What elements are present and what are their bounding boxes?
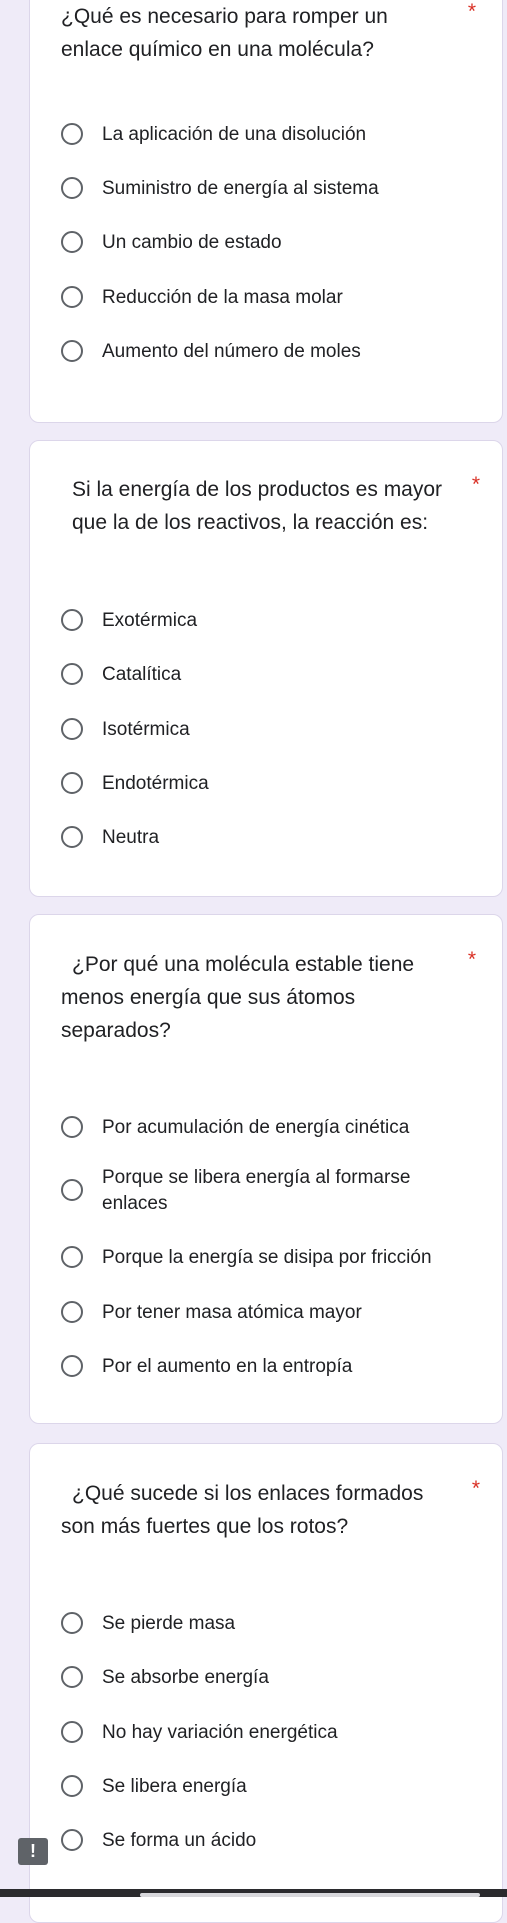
question-card-2: Si la energía de los productos es mayor … bbox=[29, 440, 503, 897]
report-problem-button[interactable]: ! bbox=[18, 1838, 48, 1865]
radio-option[interactable]: Catalítica bbox=[61, 662, 452, 688]
radio-circle-icon[interactable] bbox=[61, 826, 83, 848]
option-label: Por el aumento en la entropía bbox=[102, 1356, 353, 1377]
radio-option[interactable]: Se libera energía bbox=[61, 1774, 452, 1800]
option-label: Reducción de la masa molar bbox=[102, 287, 343, 308]
radio-option[interactable]: No hay variación energética bbox=[61, 1720, 452, 1746]
radio-option[interactable]: Suministro de energía al sistema bbox=[61, 176, 452, 202]
required-star: * bbox=[471, 473, 480, 496]
option-label: Suministro de energía al sistema bbox=[102, 178, 379, 199]
radio-option[interactable]: Un cambio de estado bbox=[61, 230, 452, 256]
question-card-1: ¿Qué es necesario para romper un enlace … bbox=[29, 0, 503, 423]
radio-option[interactable]: Isotérmica bbox=[61, 717, 452, 743]
option-label: No hay variación energética bbox=[102, 1722, 338, 1743]
radio-circle-icon[interactable] bbox=[61, 1721, 83, 1743]
option-label: Catalítica bbox=[102, 664, 182, 685]
radio-circle-icon[interactable] bbox=[61, 123, 83, 145]
radio-option[interactable]: Exotérmica bbox=[61, 608, 452, 634]
radio-option[interactable]: Endotérmica bbox=[61, 771, 452, 797]
required-star: * bbox=[467, 0, 476, 23]
option-label: La aplicación de una disolución bbox=[102, 124, 367, 145]
option-label: Se absorbe energía bbox=[102, 1667, 269, 1688]
option-label: Neutra bbox=[102, 827, 160, 848]
radio-circle-icon[interactable] bbox=[61, 1116, 83, 1138]
radio-circle-icon[interactable] bbox=[61, 231, 83, 253]
radio-circle-icon[interactable] bbox=[61, 609, 83, 631]
option-label: Endotérmica bbox=[102, 773, 209, 794]
question-title: ¿Qué sucede si los enlaces formados son … bbox=[61, 1482, 424, 1538]
required-star: * bbox=[471, 1477, 480, 1500]
option-label: Se libera energía bbox=[102, 1776, 247, 1797]
option-label: Isotérmica bbox=[102, 719, 190, 740]
question-title: Si la energía de los productos es mayor … bbox=[72, 478, 443, 534]
radio-circle-icon[interactable] bbox=[61, 663, 83, 685]
radio-option[interactable]: Neutra bbox=[61, 825, 452, 851]
option-label: Porque la energía se disipa por fricción bbox=[102, 1247, 432, 1268]
question-card-3: ¿Por qué una molécula estable tiene meno… bbox=[29, 914, 503, 1424]
radio-circle-icon[interactable] bbox=[61, 1666, 83, 1688]
radio-option[interactable]: Por el aumento en la entropía bbox=[61, 1354, 452, 1380]
radio-option[interactable]: Se pierde masa bbox=[61, 1611, 452, 1637]
radio-option[interactable]: Reducción de la masa molar bbox=[61, 285, 452, 311]
radio-circle-icon[interactable] bbox=[61, 1301, 83, 1323]
radio-circle-icon[interactable] bbox=[61, 1355, 83, 1377]
option-label: Exotérmica bbox=[102, 610, 198, 631]
radio-option[interactable]: Porque se libera energía al formarse enl… bbox=[61, 1165, 412, 1217]
question-card-4: ¿Qué sucede si los enlaces formados son … bbox=[29, 1443, 503, 1923]
radio-option[interactable]: La aplicación de una disolución bbox=[61, 122, 452, 148]
option-label: Se pierde masa bbox=[102, 1613, 236, 1634]
radio-option[interactable]: Porque la energía se disipa por fricción bbox=[61, 1245, 482, 1271]
radio-circle-icon[interactable] bbox=[61, 340, 83, 362]
radio-circle-icon[interactable] bbox=[61, 1246, 83, 1268]
radio-circle-icon[interactable] bbox=[61, 177, 83, 199]
radio-circle-icon[interactable] bbox=[61, 1179, 83, 1201]
option-label: Aumento del número de moles bbox=[102, 341, 361, 362]
radio-option[interactable]: Por tener masa atómica mayor bbox=[61, 1300, 452, 1326]
option-label: Por acumulación de energía cinética bbox=[102, 1117, 410, 1138]
radio-circle-icon[interactable] bbox=[61, 772, 83, 794]
option-label: Se forma un ácido bbox=[102, 1830, 257, 1851]
radio-circle-icon[interactable] bbox=[61, 1612, 83, 1634]
radio-option[interactable]: Se absorbe energía bbox=[61, 1665, 452, 1691]
radio-circle-icon[interactable] bbox=[61, 286, 83, 308]
question-title: ¿Por qué una molécula estable tiene meno… bbox=[61, 953, 415, 1042]
option-label: Un cambio de estado bbox=[102, 232, 282, 253]
gesture-handle[interactable] bbox=[140, 1893, 480, 1897]
option-label: Porque se libera energía al formarse enl… bbox=[102, 1167, 411, 1214]
question-title: ¿Qué es necesario para romper un enlace … bbox=[61, 5, 388, 61]
option-label: Por tener masa atómica mayor bbox=[102, 1302, 362, 1323]
exclamation-icon: ! bbox=[30, 1841, 36, 1861]
radio-option[interactable]: Se forma un ácido bbox=[61, 1828, 452, 1854]
radio-circle-icon[interactable] bbox=[61, 1775, 83, 1797]
required-star: * bbox=[467, 948, 476, 971]
radio-circle-icon[interactable] bbox=[61, 718, 83, 740]
radio-circle-icon[interactable] bbox=[61, 1829, 83, 1851]
radio-option[interactable]: Aumento del número de moles bbox=[61, 339, 452, 365]
radio-option[interactable]: Por acumulación de energía cinética bbox=[61, 1115, 452, 1141]
